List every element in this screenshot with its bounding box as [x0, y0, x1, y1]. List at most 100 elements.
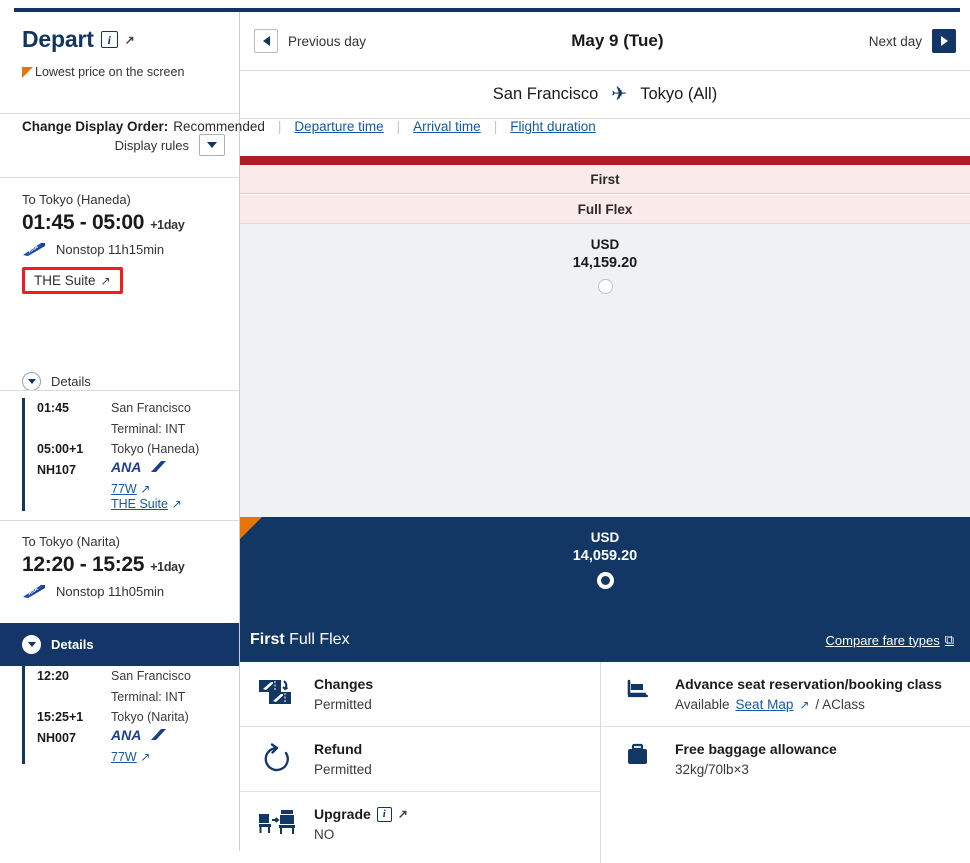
seat-map-link[interactable]: Seat Map: [736, 697, 794, 712]
segment-spacer: [37, 687, 103, 708]
fare-radio-button[interactable]: [597, 278, 613, 294]
compare-fare-types-link[interactable]: Compare fare types ⧉: [826, 632, 954, 648]
flight-stops-label: Nonstop 11h05min: [56, 584, 165, 599]
external-link-icon: ⧉: [944, 632, 954, 647]
segment-arr-place: Tokyo (Haneda): [111, 442, 200, 457]
fare-matrix-column: Previous day May 9 (Tue) Next day San Fr…: [240, 12, 970, 863]
price-currency: USD: [590, 237, 620, 252]
ana-tail-icon: ANA: [22, 242, 46, 257]
benefit-refund: Refund Permitted: [240, 727, 600, 792]
benefit-text: Refund Permitted: [314, 741, 372, 777]
segment-dep-time: 12:20: [37, 669, 69, 683]
benefit-title: Free baggage allowance: [675, 741, 837, 757]
benefit-text: Free baggage allowance 32kg/70lb×3: [675, 741, 837, 777]
chevron-right-icon[interactable]: [932, 29, 956, 53]
flight-destination: To Tokyo (Narita): [22, 534, 121, 549]
external-link-icon[interactable]: ↗: [398, 808, 408, 820]
details-label: Details: [51, 637, 94, 652]
external-link-icon: ↗: [140, 481, 151, 496]
benefit-title: Changes: [314, 676, 374, 692]
info-icon[interactable]: i: [100, 31, 118, 48]
external-link-icon: ↗: [799, 697, 810, 712]
flight-times: 01:45 - 05:00 +1day: [22, 211, 227, 235]
segment-spacer: [37, 749, 103, 764]
price-currency: USD: [590, 530, 620, 545]
lowest-price-legend: Lowest price on the screen: [22, 65, 239, 79]
day-navigation: Previous day May 9 (Tue) Next day: [240, 12, 970, 71]
benefit-title: Advance seat reservation/booking class: [675, 676, 942, 692]
benefit-seat-reservation: Advance seat reservation/booking class A…: [601, 662, 970, 727]
benefit-title: Upgrade i ↗: [314, 806, 408, 822]
the-suite-badge-button[interactable]: THE Suite ↗: [22, 267, 123, 294]
fare-benefits: Changes Permitted Refund Permitted Upgra…: [240, 662, 970, 863]
seat-icon: [617, 676, 659, 712]
segment-arr-time: 15:25+1: [37, 710, 84, 725]
svg-text:ANA: ANA: [111, 728, 141, 742]
selected-fare-cabin: First: [250, 631, 285, 648]
flight-time-range: 01:45 - 05:00: [22, 211, 145, 234]
previous-day-button[interactable]: Previous day: [254, 29, 366, 53]
external-link-icon: ↗: [171, 496, 182, 511]
benefits-right-column: Advance seat reservation/booking class A…: [600, 662, 970, 863]
external-link-icon[interactable]: ↗: [125, 34, 135, 46]
chevron-left-icon[interactable]: [254, 29, 278, 53]
fare-cell-flight-1[interactable]: USD 14,159.20: [240, 224, 970, 517]
segment-dep-terminal: Terminal: INT: [111, 421, 186, 436]
compare-fare-types-label: Compare fare types: [825, 632, 940, 648]
next-day-label: Next day: [868, 33, 922, 49]
depart-title-label: Depart: [22, 26, 94, 52]
changes-icon: [256, 676, 298, 712]
aircraft-label: 77W: [111, 749, 137, 764]
info-icon[interactable]: i: [376, 806, 392, 822]
upgrade-icon: [256, 806, 298, 842]
flight-stops-label: Nonstop 11h15min: [56, 242, 165, 257]
the-suite-label: THE Suite: [34, 273, 96, 288]
fare-type-label: Full Flex: [577, 201, 633, 217]
segment-arr-time: 05:00+1: [37, 442, 84, 457]
page-title: Depart i ↗: [22, 26, 239, 53]
display-order-label: Change Display Order:: [22, 119, 169, 134]
segment-spacer: [37, 419, 103, 440]
segment-dep-time: 01:45: [37, 401, 69, 415]
selected-fare-type: Full Flex: [289, 631, 350, 648]
segment-carrier-logo: ANA: [111, 460, 239, 481]
segment-dep-terminal: Terminal: INT: [111, 689, 186, 704]
aircraft-link[interactable]: 77W: [111, 482, 137, 496]
aircraft-link[interactable]: 77W: [111, 750, 137, 764]
benefit-text: Advance seat reservation/booking class A…: [675, 676, 942, 712]
segment-spacer: [37, 496, 103, 511]
segment-aircraft-row: 77W ↗: [111, 749, 239, 764]
cabin-product-link[interactable]: THE Suite: [111, 497, 168, 511]
benefit-title: Refund: [314, 741, 363, 757]
details-toggle-2[interactable]: Details: [0, 623, 239, 666]
segment-flight-number: NH107: [37, 462, 76, 477]
cabin-header: First: [240, 165, 970, 194]
cabin-label: First: [590, 171, 620, 187]
fare-type-header: Full Flex: [240, 195, 970, 224]
next-day-button[interactable]: Next day: [869, 29, 956, 53]
route-origin: San Francisco: [492, 85, 599, 103]
benefits-left-column: Changes Permitted Refund Permitted Upgra…: [240, 662, 600, 863]
baggage-icon: [617, 741, 659, 777]
depart-header: Depart i ↗ Lowest price on the screen: [0, 12, 239, 79]
route-destination: Tokyo (All): [640, 85, 718, 103]
previous-day-label: Previous day: [288, 33, 367, 49]
external-link-icon: ↗: [140, 749, 151, 764]
svg-text:ANA: ANA: [111, 460, 141, 474]
flight-day-offset: +1day: [150, 218, 185, 232]
flight-search-results: Depart i ↗ Lowest price on the screen Di…: [0, 0, 970, 863]
details-toggle-1[interactable]: Details: [0, 362, 91, 401]
segment-dep-place: San Francisco: [111, 401, 191, 415]
price-amount: 14,059.20: [572, 548, 638, 565]
ana-tail-icon: ANA: [22, 584, 46, 599]
flight-stops: ANA Nonstop 11h15min: [22, 242, 227, 257]
details-label: Details: [51, 374, 91, 389]
benefit-value-prefix: Available: [675, 697, 730, 712]
selected-fare-bar: First Full Flex Compare fare types ⧉: [240, 618, 970, 662]
segment-table-2: 12:20 San Francisco Terminal: INT 15:25+…: [0, 666, 239, 764]
fare-radio-button-selected[interactable]: [596, 571, 614, 589]
benefit-title-label: Upgrade: [314, 806, 371, 822]
benefit-value-suffix: / AClass: [815, 697, 865, 712]
chevron-down-circle-icon: [22, 635, 41, 654]
price-amount: 14,159.20: [572, 255, 638, 272]
